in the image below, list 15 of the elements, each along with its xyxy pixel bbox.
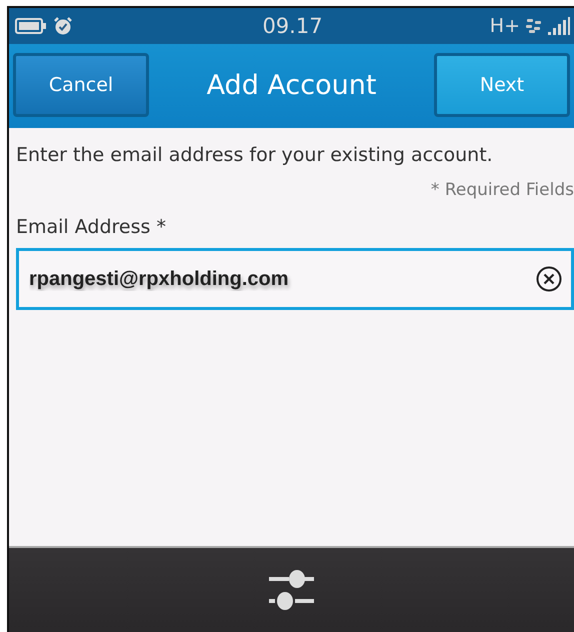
signal-icon — [548, 17, 570, 35]
instruction-text: Enter the email address for your existing account. — [16, 144, 494, 166]
cancel-button[interactable]: Cancel — [13, 53, 149, 117]
sliders-icon[interactable] — [268, 570, 314, 610]
email-field[interactable]: rpangesti@rpxholding.com — [16, 248, 574, 310]
alarm-clock-icon — [53, 16, 73, 36]
next-button[interactable]: Next — [434, 53, 570, 117]
chat-bubbles-icon — [526, 18, 542, 34]
status-time: 09.17 — [262, 14, 323, 38]
battery-icon — [15, 17, 47, 35]
clear-icon[interactable] — [536, 266, 562, 292]
network-type: H+ — [490, 15, 520, 37]
required-fields-note: * Required Fields — [430, 180, 574, 200]
screen-title: Add Account — [206, 70, 376, 100]
field-label: Email Address * — [16, 216, 167, 238]
